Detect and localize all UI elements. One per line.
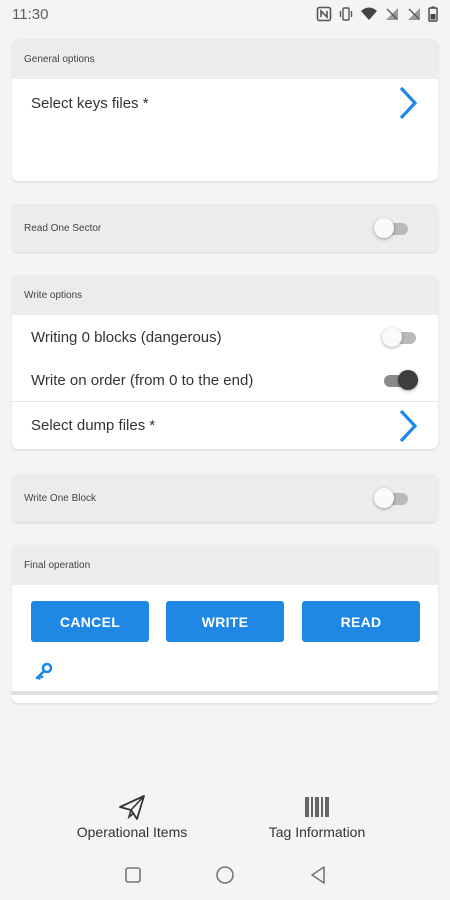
select-dump-files-row[interactable]: Select dump files * bbox=[12, 402, 438, 449]
tag-information-label: Tag Information bbox=[268, 824, 366, 840]
writing-zero-blocks-label: Writing 0 blocks (dangerous) bbox=[31, 328, 222, 346]
select-dump-files-label: Select dump files * bbox=[31, 417, 156, 434]
write-one-block-card: Write One Block bbox=[12, 474, 438, 522]
bottom-nav: Operational Items Tag Information bbox=[0, 782, 450, 844]
general-options-card: General options Select keys files * bbox=[12, 39, 438, 181]
read-button[interactable]: READ bbox=[302, 601, 420, 642]
operational-items-label: Operational Items bbox=[76, 824, 188, 840]
status-icons bbox=[316, 6, 438, 22]
write-options-header: Write options bbox=[12, 275, 438, 315]
final-operation-header: Final operation bbox=[12, 545, 438, 585]
read-one-sector-toggle[interactable] bbox=[374, 217, 410, 239]
signal-icon bbox=[408, 8, 420, 20]
write-on-order-label: Write on order (from 0 to the end) bbox=[31, 371, 254, 389]
wifi-icon bbox=[361, 7, 377, 20]
nav-item-operational-items[interactable]: Operational Items bbox=[62, 782, 202, 840]
back-triangle-icon[interactable] bbox=[308, 865, 328, 885]
vibrate-icon bbox=[339, 7, 353, 21]
status-bar: 11:30 bbox=[0, 0, 450, 28]
write-one-block-toggle[interactable] bbox=[374, 487, 410, 509]
final-operation-card: Final operation CANCEL WRITE READ bbox=[12, 545, 438, 703]
nav-item-tag-information[interactable]: Tag Information bbox=[252, 782, 382, 840]
select-keys-files-row[interactable]: Select keys files * bbox=[12, 79, 438, 125]
write-one-block-label: Write One Block bbox=[24, 492, 97, 504]
write-on-order-row: Write on order (from 0 to the end) bbox=[12, 359, 438, 401]
progress-track bbox=[12, 691, 438, 695]
signal-icon bbox=[386, 8, 398, 20]
write-one-block-row: Write One Block bbox=[12, 474, 438, 522]
write-button[interactable]: WRITE bbox=[166, 601, 284, 642]
general-options-header: General options bbox=[12, 39, 438, 79]
writing-zero-blocks-row: Writing 0 blocks (dangerous) bbox=[12, 315, 438, 359]
key-icon[interactable] bbox=[34, 661, 54, 681]
read-one-sector-card: Read One Sector bbox=[12, 204, 438, 252]
chevron-right-icon[interactable] bbox=[398, 408, 418, 444]
status-time: 11:30 bbox=[12, 5, 49, 23]
read-one-sector-label: Read One Sector bbox=[24, 222, 102, 234]
cancel-button[interactable]: CANCEL bbox=[31, 601, 149, 642]
barcode-icon bbox=[305, 797, 329, 817]
square-nav-icon[interactable] bbox=[124, 866, 142, 884]
writing-zero-blocks-toggle[interactable] bbox=[382, 326, 418, 348]
paper-plane-icon bbox=[119, 795, 145, 820]
battery-icon bbox=[428, 6, 438, 22]
read-one-sector-row: Read One Sector bbox=[12, 204, 438, 252]
chevron-right-icon[interactable] bbox=[398, 85, 418, 121]
write-options-card: Write options Writing 0 blocks (dangerou… bbox=[12, 275, 438, 449]
circle-nav-icon[interactable] bbox=[215, 865, 235, 885]
system-nav-bar bbox=[0, 852, 450, 896]
write-on-order-toggle[interactable] bbox=[382, 369, 418, 391]
select-keys-files-label: Select keys files * bbox=[31, 94, 149, 112]
nfc-icon bbox=[316, 6, 332, 22]
